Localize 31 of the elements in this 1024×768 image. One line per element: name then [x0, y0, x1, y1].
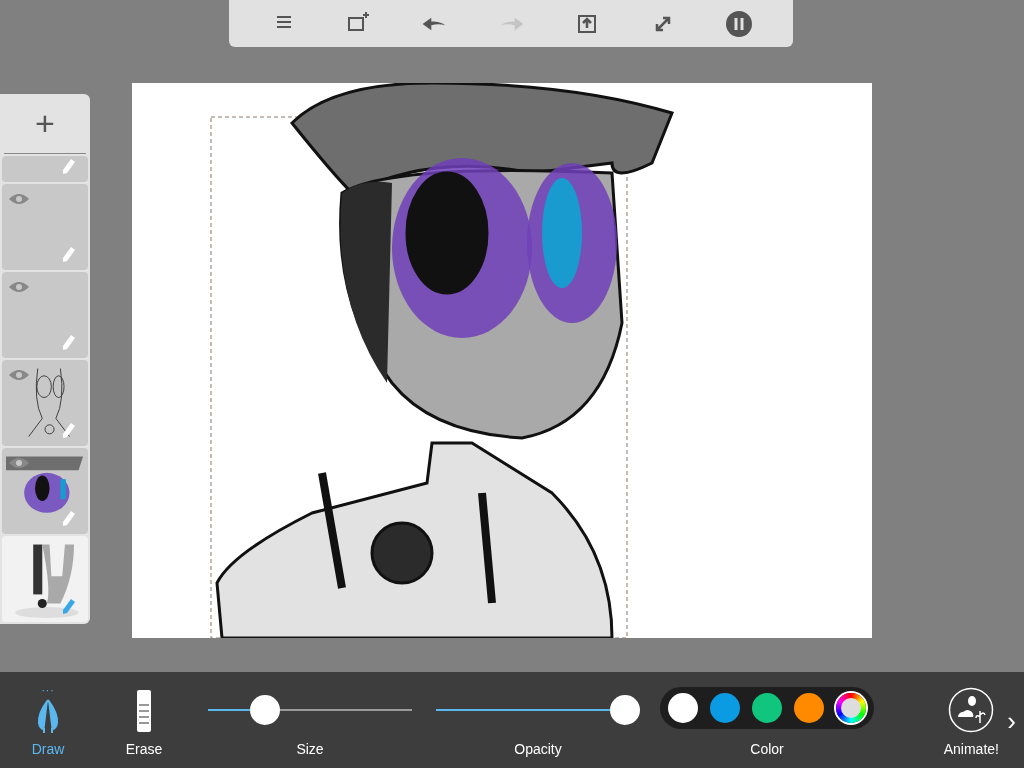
layer-thumbnail[interactable] [2, 156, 88, 182]
options-dots: ··· [41, 689, 55, 693]
color-swatch[interactable] [710, 693, 740, 723]
drop-icon [36, 699, 60, 733]
pencil-icon [62, 598, 76, 616]
add-layer-button[interactable]: + [4, 94, 86, 154]
slider-track[interactable] [436, 695, 640, 725]
slider-track[interactable] [208, 695, 412, 725]
eraser-icon [135, 689, 153, 733]
color-swatch[interactable] [794, 693, 824, 723]
pencil-icon [62, 158, 76, 176]
color-swatch[interactable] [668, 693, 698, 723]
color-label: Color [750, 740, 784, 759]
slider-label: Opacity [514, 740, 562, 759]
draw-tool-button[interactable]: ··· Draw [0, 672, 96, 768]
pencil-icon [62, 246, 76, 264]
slider-thumb[interactable] [249, 695, 280, 725]
erase-tool-button[interactable]: Erase [96, 672, 192, 768]
color-swatch[interactable] [752, 693, 782, 723]
layer-thumbnail[interactable] [2, 272, 88, 358]
animate-button[interactable]: Animate! [937, 687, 1006, 768]
pause-icon [725, 9, 753, 38]
pencil-icon [62, 422, 76, 440]
more-button[interactable]: › [1005, 708, 1024, 768]
color-wheel-button[interactable] [836, 693, 866, 723]
layer-thumbnail[interactable] [2, 184, 88, 270]
eye-icon[interactable] [8, 456, 30, 470]
pencil-icon [62, 334, 76, 352]
slider-thumb[interactable] [610, 695, 640, 725]
pencil-icon [62, 510, 76, 528]
slider-label: Size [296, 740, 324, 759]
